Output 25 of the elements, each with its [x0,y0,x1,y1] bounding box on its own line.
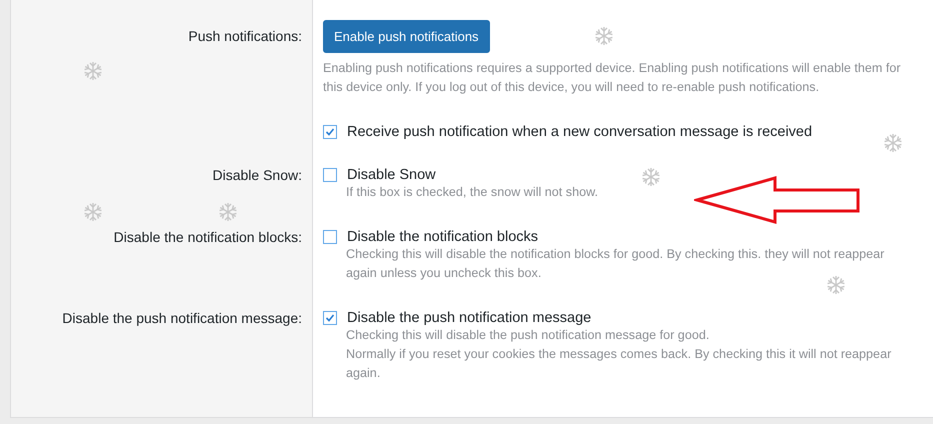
checkbox[interactable] [323,168,337,182]
setting-label: Disable the notification blocks: [114,229,302,245]
help-text: If this box is checked, the snow will not show. [346,184,599,201]
snowflake-icon [83,202,103,222]
snowflake-icon [641,167,661,187]
snowflake-icon [883,133,903,153]
help-text: Normally if you reset your cookies the messages comes back. By checking this it will not reappear again. [346,346,892,382]
enable-button[interactable]: Enable push notifications [323,20,490,53]
setting-label: Push notifications: [188,28,302,44]
help-text: Checking this will disable the push notification message for good. [346,327,710,344]
checkbox[interactable] [323,125,337,139]
snowflake-icon [83,61,103,81]
checkbox-label: Disable the notification blocks [347,229,538,245]
setting-label: Disable the push notification message: [62,310,302,326]
snowflake-icon [826,275,846,295]
help-text: Checking this will disable the notification blocks for good. By checking this. they will not reappear again unless you uncheck this box. [346,246,886,282]
help-text: Enabling push notifications requires a supported device. Enabling push notifications will enable them for this device only. If you log out of this device, you will need to re-enable push notifications. [323,60,902,96]
checkbox-label: Receive push notification when a new conversation message is received [347,124,812,140]
setting-label: Disable Snow: [212,167,302,183]
snowflake-icon [218,202,238,222]
checkbox-label: Disable Snow [347,167,436,183]
snowflake-icon [594,26,614,46]
checkbox-label: Disable the push notification message [347,310,592,326]
checkbox[interactable] [323,311,337,325]
checkbox[interactable] [323,230,337,244]
